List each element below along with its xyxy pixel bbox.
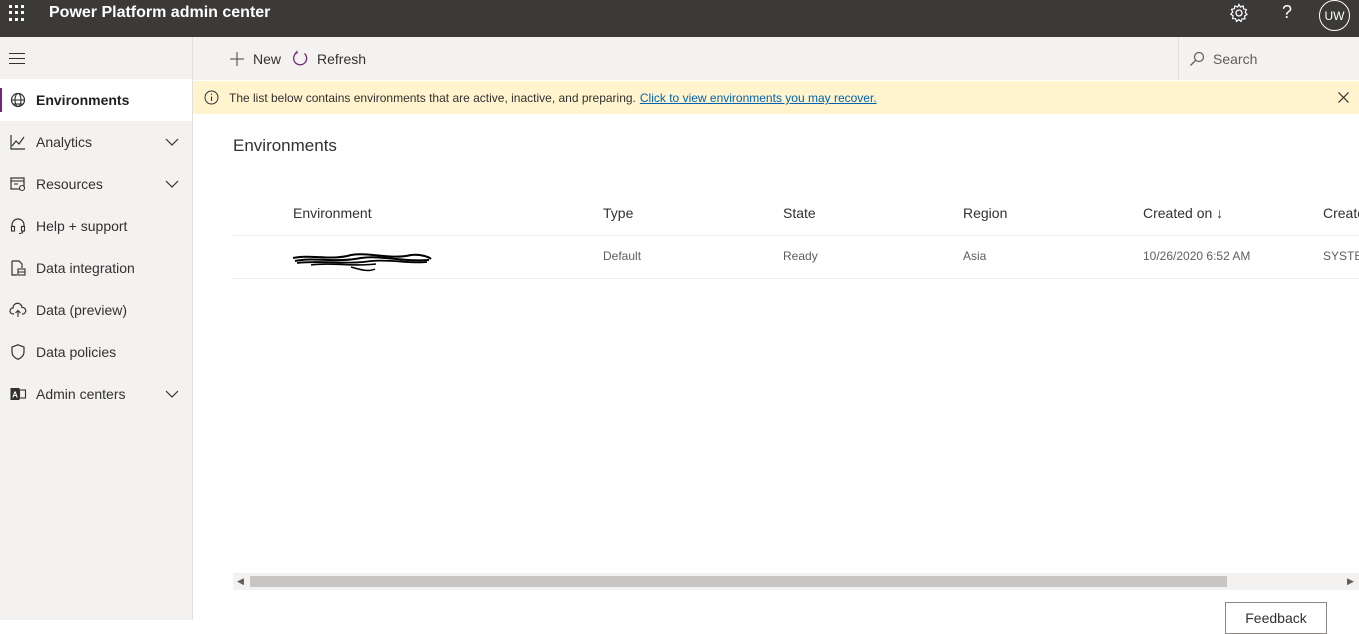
banner-message: The list below contains environments tha…: [229, 91, 877, 105]
help-icon[interactable]: ?: [1277, 2, 1297, 23]
sidebar-item-data-policies[interactable]: Data policies: [0, 331, 192, 373]
sidebar-item-analytics[interactable]: Analytics: [0, 121, 192, 163]
headset-icon: [10, 218, 26, 235]
column-header-type[interactable]: Type: [603, 205, 633, 221]
sidebar-item-label: Analytics: [36, 134, 93, 150]
column-header-region[interactable]: Region: [963, 205, 1007, 221]
data-integration-icon: [11, 260, 26, 276]
globe-icon: [10, 92, 26, 108]
feedback-button[interactable]: Feedback: [1225, 602, 1327, 634]
refresh-button[interactable]: Refresh: [292, 37, 366, 80]
cell-state: Ready: [783, 249, 818, 263]
avatar[interactable]: UW: [1319, 0, 1350, 31]
scroll-right-icon[interactable]: ▶: [1347, 576, 1354, 587]
search-placeholder: Search: [1213, 50, 1258, 67]
refresh-icon: [293, 50, 308, 66]
shield-icon: [11, 344, 25, 360]
cell-created-by: SYSTEM: [1323, 249, 1359, 263]
new-button-label: New: [253, 50, 282, 67]
info-icon: [204, 90, 219, 105]
chevron-down-icon[interactable]: [165, 135, 179, 149]
refresh-button-label: Refresh: [317, 50, 367, 67]
redacted-environment-name[interactable]: [291, 249, 434, 274]
row-divider: [233, 278, 1359, 279]
cloud-upload-icon: [9, 302, 27, 317]
column-header-environment[interactable]: Environment: [293, 205, 372, 221]
sidebar-item-help-support[interactable]: Help + support: [0, 205, 192, 247]
recover-environments-link[interactable]: Click to view environments you may recov…: [640, 91, 877, 105]
search-icon: [1190, 51, 1205, 66]
app-launcher-icon[interactable]: [9, 5, 25, 21]
sidebar-item-admin-centers[interactable]: A Admin centers: [0, 373, 192, 415]
admin-centers-icon: A: [10, 388, 27, 400]
sidebar-item-resources[interactable]: Resources: [0, 163, 192, 205]
hamburger-icon[interactable]: [9, 53, 25, 65]
cell-region: Asia: [963, 249, 987, 263]
new-button[interactable]: New: [229, 37, 281, 80]
info-banner: The list below contains environments tha…: [193, 81, 1359, 114]
scroll-left-icon[interactable]: ◀: [237, 576, 244, 587]
banner-text: The list below contains environments tha…: [229, 91, 636, 105]
resources-icon: [10, 177, 26, 192]
sidebar-item-label: Help + support: [36, 218, 128, 234]
svg-text:A: A: [12, 391, 18, 400]
close-icon[interactable]: [1337, 91, 1350, 104]
sidebar-item-label: Admin centers: [36, 386, 126, 402]
horizontal-scrollbar[interactable]: ◀ ▶: [233, 573, 1359, 590]
sidebar: Environments Analytics Resources Help + …: [0, 37, 193, 620]
page-title: Environments: [233, 136, 337, 155]
scrollbar-thumb[interactable]: [250, 576, 1227, 587]
sidebar-item-data-integration[interactable]: Data integration: [0, 247, 192, 289]
column-header-state[interactable]: State: [783, 205, 816, 221]
sidebar-item-label: Data integration: [36, 260, 135, 276]
column-header-created-by[interactable]: Created by: [1323, 205, 1359, 221]
cell-created-on: 10/26/2020 6:52 AM: [1143, 249, 1251, 263]
sidebar-item-data-preview[interactable]: Data (preview): [0, 289, 192, 331]
search-input[interactable]: Search: [1178, 37, 1359, 80]
plus-icon: [230, 51, 244, 66]
app-title[interactable]: Power Platform admin center: [49, 4, 270, 22]
column-header-created-on[interactable]: Created on ↓: [1143, 205, 1223, 221]
chevron-down-icon[interactable]: [165, 387, 179, 401]
sidebar-item-environments[interactable]: Environments: [0, 79, 192, 121]
chart-icon: [10, 135, 25, 150]
header-divider: [233, 235, 1359, 236]
sidebar-item-label: Data policies: [36, 344, 117, 360]
sidebar-item-label: Resources: [36, 176, 103, 192]
top-bar: Power Platform admin center ? UW: [0, 0, 1359, 37]
command-bar: New Refresh Search: [193, 37, 1359, 80]
chevron-down-icon[interactable]: [165, 177, 179, 191]
gear-icon[interactable]: [1228, 2, 1250, 24]
sidebar-item-label: Data (preview): [36, 302, 128, 318]
cell-type: Default: [603, 249, 642, 263]
sidebar-item-label: Environments: [36, 92, 130, 108]
